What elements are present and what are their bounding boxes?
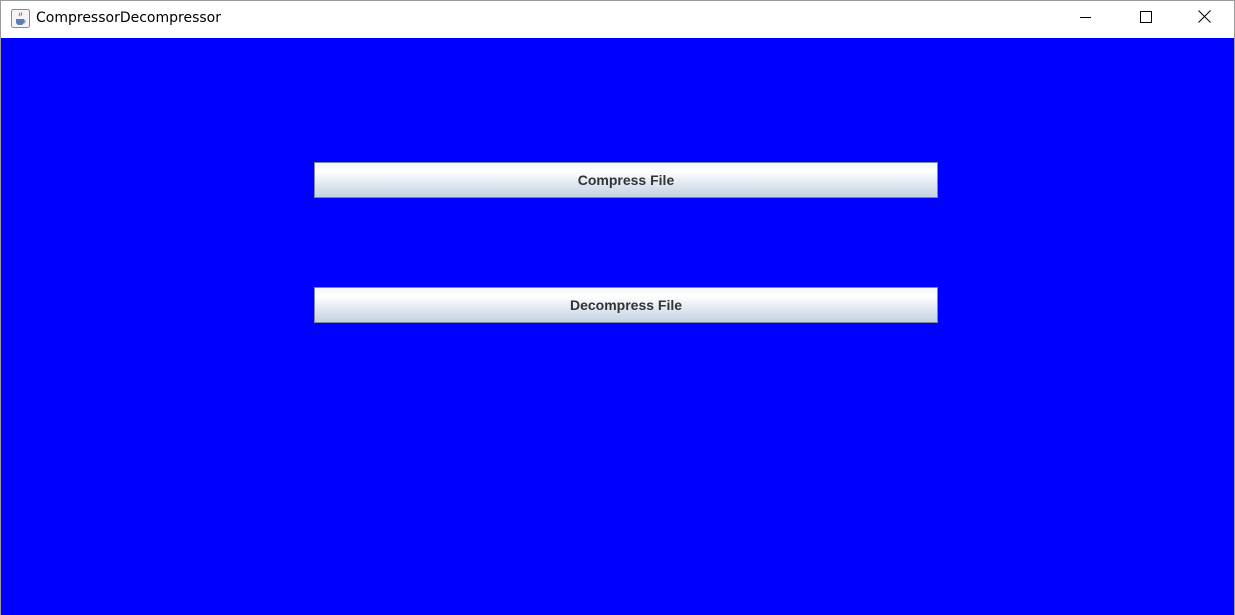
maximize-icon — [1140, 10, 1152, 28]
content-panel: Compress File Decompress File — [1, 38, 1234, 615]
maximize-button[interactable] — [1117, 1, 1175, 37]
java-cup-icon — [11, 9, 30, 28]
minimize-icon — [1080, 10, 1092, 28]
minimize-button[interactable] — [1057, 1, 1115, 37]
decompress-file-label: Decompress File — [569, 297, 683, 313]
compress-file-label: Compress File — [577, 172, 675, 188]
title-bar[interactable]: CompressorDecompressor — [1, 1, 1234, 37]
decompress-file-button[interactable]: Decompress File — [314, 287, 938, 323]
close-icon — [1197, 10, 1211, 28]
window-title: CompressorDecompressor — [36, 10, 221, 26]
compress-file-button[interactable]: Compress File — [314, 162, 938, 198]
app-window: CompressorDecompressor Compress File Dec… — [0, 0, 1235, 615]
close-button[interactable] — [1175, 1, 1233, 37]
